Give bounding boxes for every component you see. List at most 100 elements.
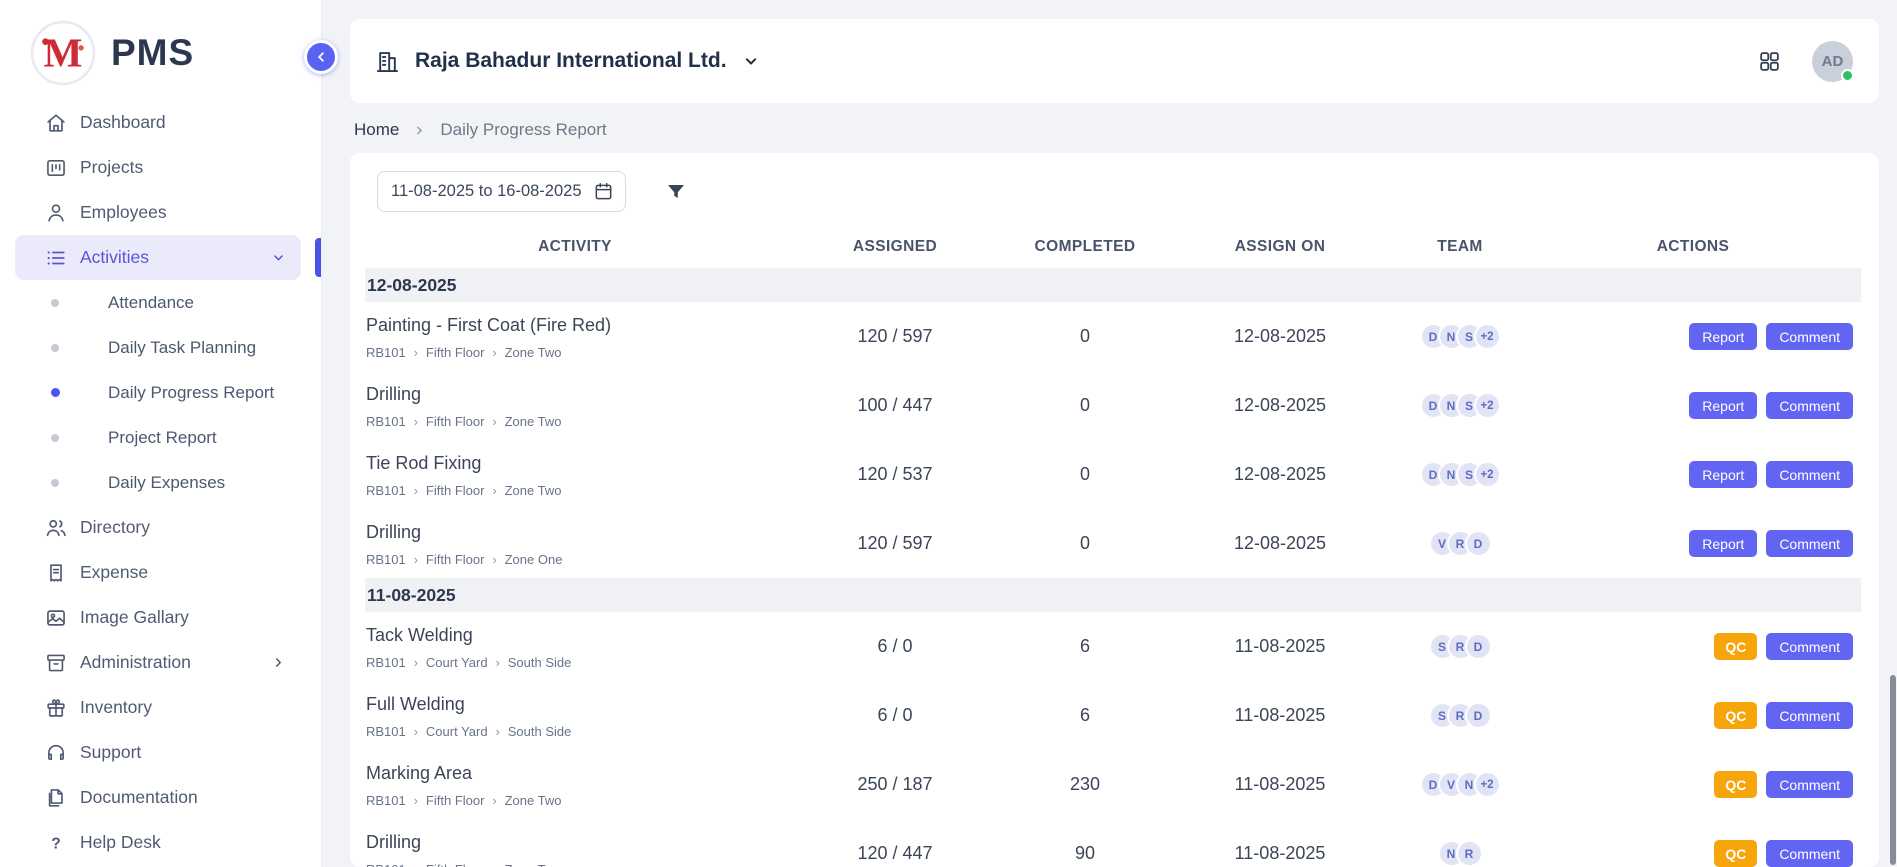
actions-cell: QC Comment xyxy=(1525,840,1861,867)
team-avatar[interactable]: D xyxy=(1465,633,1492,660)
report-button[interactable]: Report xyxy=(1689,392,1757,419)
chevron-separator-icon: › xyxy=(492,794,496,808)
assign-on-cell: 12-08-2025 xyxy=(1165,464,1395,485)
pms-logo-icon: M xyxy=(30,20,96,86)
report-button[interactable]: Report xyxy=(1689,530,1757,557)
topbar: Raja Bahadur International Ltd. AD xyxy=(350,19,1879,103)
assign-on-cell: 11-08-2025 xyxy=(1165,705,1395,726)
funnel-icon xyxy=(664,180,688,204)
sidebar-subitem-label: Attendance xyxy=(108,293,194,313)
scrollbar-thumb[interactable] xyxy=(1890,675,1896,865)
team-overflow-badge[interactable]: +2 xyxy=(1474,461,1501,488)
path-segment: Zone Two xyxy=(505,414,562,429)
comment-button[interactable]: Comment xyxy=(1766,323,1853,350)
activity-cell: Painting - First Coat (Fire Red)RB101›Fi… xyxy=(365,313,785,360)
sidebar-item-image-gallary[interactable]: Image Gallary xyxy=(15,595,301,640)
table-row: Marking AreaRB101›Fifth Floor›Zone Two25… xyxy=(365,750,1861,819)
avatar[interactable]: AD xyxy=(1812,41,1853,82)
report-button[interactable]: Report xyxy=(1689,323,1757,350)
filter-button[interactable] xyxy=(664,180,688,204)
assign-on-cell: 12-08-2025 xyxy=(1165,326,1395,347)
completed-cell: 0 xyxy=(1005,395,1165,416)
sidebar-collapse-button[interactable] xyxy=(304,40,338,74)
actions-cell: QC Comment xyxy=(1525,702,1861,729)
comment-button[interactable]: Comment xyxy=(1766,530,1853,557)
sidebar-item-administration[interactable]: Administration xyxy=(15,640,301,685)
actions-cell: Report Comment xyxy=(1525,323,1861,350)
path-segment: RB101 xyxy=(366,793,406,808)
breadcrumb-home[interactable]: Home xyxy=(354,120,399,140)
activity-path: RB101›Court Yard›South Side xyxy=(366,724,769,739)
team-avatar[interactable]: R xyxy=(1456,840,1483,867)
activity-cell: DrillingRB101›Fifth Floor›Zone Two xyxy=(365,382,785,429)
comment-button[interactable]: Comment xyxy=(1766,461,1853,488)
path-segment: Court Yard xyxy=(426,655,488,670)
activity-cell: Tie Rod FixingRB101›Fifth Floor›Zone Two xyxy=(365,451,785,498)
qc-button[interactable]: QC xyxy=(1714,702,1757,729)
sidebar-item-dashboard[interactable]: Dashboard xyxy=(15,100,301,145)
report-card: 11-08-2025 to 16-08-2025 ACTIVITYASSIGNE… xyxy=(350,153,1879,867)
team-overflow-badge[interactable]: +2 xyxy=(1474,771,1501,798)
team-overflow-badge[interactable]: +2 xyxy=(1474,392,1501,419)
qc-button[interactable]: QC xyxy=(1714,840,1757,867)
table-body: 12-08-2025 Painting - First Coat (Fire Re… xyxy=(365,268,1861,867)
sidebar-subitem-daily-progress-report[interactable]: Daily Progress Report xyxy=(15,370,301,415)
path-segment: Fifth Floor xyxy=(426,862,485,867)
sidebar-subitem-daily-expenses[interactable]: Daily Expenses xyxy=(15,460,301,505)
comment-button[interactable]: Comment xyxy=(1766,392,1853,419)
assigned-cell: 120 / 447 xyxy=(785,843,1005,864)
sidebar-item-expense[interactable]: Expense xyxy=(15,550,301,595)
chevron-down-icon xyxy=(741,51,761,71)
table-row: DrillingRB101›Fifth Floor›Zone Two120 / … xyxy=(365,819,1861,867)
date-range-input[interactable]: 11-08-2025 to 16-08-2025 xyxy=(377,171,626,212)
team-overflow-badge[interactable]: +2 xyxy=(1474,323,1501,350)
team-cell: SRD xyxy=(1395,633,1525,660)
assign-on-cell: 12-08-2025 xyxy=(1165,533,1395,554)
apps-grid-button[interactable] xyxy=(1757,49,1782,74)
support-icon xyxy=(45,742,67,764)
sidebar-subitem-project-report[interactable]: Project Report xyxy=(15,415,301,460)
chevron-separator-icon: › xyxy=(492,415,496,429)
sidebar-item-support[interactable]: Support xyxy=(15,730,301,775)
comment-button[interactable]: Comment xyxy=(1766,840,1853,867)
sidebar-item-employees[interactable]: Employees xyxy=(15,190,301,235)
comment-button[interactable]: Comment xyxy=(1766,771,1853,798)
sidebar-item-inventory[interactable]: Inventory xyxy=(15,685,301,730)
assigned-cell: 120 / 597 xyxy=(785,533,1005,554)
qc-button[interactable]: QC xyxy=(1714,633,1757,660)
sidebar-item-projects[interactable]: Projects xyxy=(15,145,301,190)
group-date: 12-08-2025 xyxy=(367,275,457,296)
sidebar-item-help-desk[interactable]: ?Help Desk xyxy=(15,820,301,865)
company-selector[interactable]: Raja Bahadur International Ltd. xyxy=(374,48,761,75)
completed-cell: 0 xyxy=(1005,326,1165,347)
completed-cell: 0 xyxy=(1005,464,1165,485)
activity-name: Tack Welding xyxy=(366,625,769,646)
assign-on-cell: 12-08-2025 xyxy=(1165,395,1395,416)
directory-icon xyxy=(45,517,67,539)
main-content: Raja Bahadur International Ltd. AD Home xyxy=(322,0,1897,867)
assign-on-cell: 11-08-2025 xyxy=(1165,843,1395,864)
online-status-dot xyxy=(1841,69,1854,82)
sidebar-item-activities[interactable]: Activities xyxy=(15,235,301,280)
breadcrumb: Home Daily Progress Report xyxy=(350,103,1879,153)
qc-button[interactable]: QC xyxy=(1714,771,1757,798)
chevron-separator-icon: › xyxy=(492,484,496,498)
activity-path: RB101›Fifth Floor›Zone Two xyxy=(366,414,769,429)
activity-path: RB101›Fifth Floor›Zone Two xyxy=(366,345,769,360)
sidebar-subitem-attendance[interactable]: Attendance xyxy=(15,280,301,325)
sidebar-item-documentation[interactable]: Documentation xyxy=(15,775,301,820)
sidebar-subitem-label: Daily Task Planning xyxy=(108,338,256,358)
comment-button[interactable]: Comment xyxy=(1766,702,1853,729)
team-avatar[interactable]: D xyxy=(1465,530,1492,557)
completed-cell: 0 xyxy=(1005,533,1165,554)
sidebar-nav: DashboardProjectsEmployees Activities Atte… xyxy=(0,100,321,865)
report-button[interactable]: Report xyxy=(1689,461,1757,488)
sidebar-subitem-daily-task-planning[interactable]: Daily Task Planning xyxy=(15,325,301,370)
sidebar-item-directory[interactable]: Directory xyxy=(15,505,301,550)
date-group-row: 12-08-2025 xyxy=(365,268,1861,302)
team-avatar[interactable]: D xyxy=(1465,702,1492,729)
sidebar-item-label: Activities xyxy=(80,247,149,268)
comment-button[interactable]: Comment xyxy=(1766,633,1853,660)
avatar-initials: AD xyxy=(1822,53,1844,70)
team-cell: DNS+2 xyxy=(1395,392,1525,419)
